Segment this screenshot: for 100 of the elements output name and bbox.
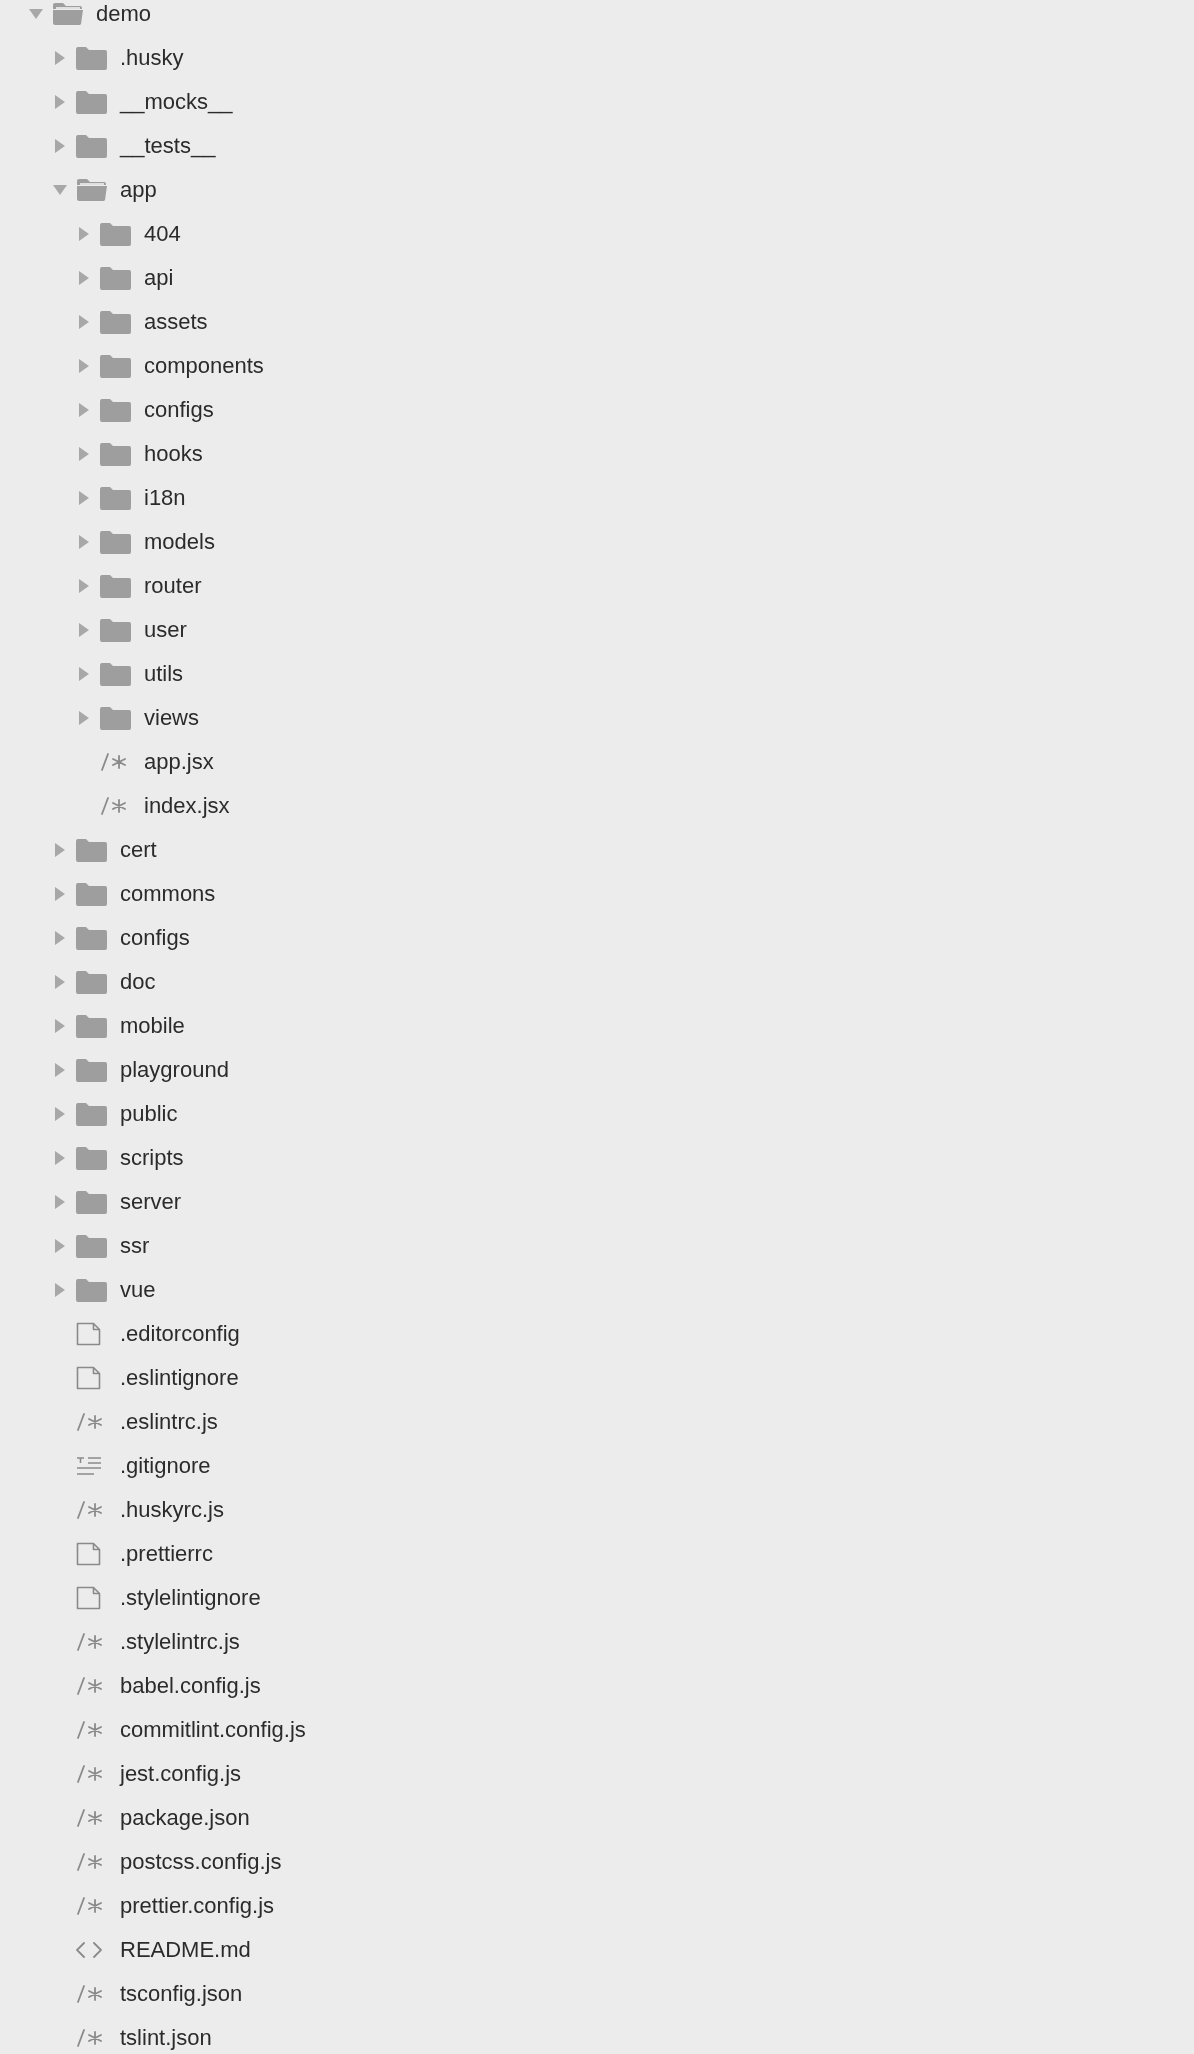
folder-name[interactable]: user [144, 617, 187, 643]
folder-name[interactable]: configs [144, 397, 214, 423]
folder-name[interactable]: configs [120, 925, 190, 951]
folder-icon [76, 46, 107, 70]
expand-arrow-icon[interactable] [55, 1195, 65, 1209]
folder-name[interactable]: utils [144, 661, 184, 687]
folder-icon [100, 574, 131, 598]
expand-arrow-icon[interactable] [55, 843, 65, 857]
expand-arrow-icon[interactable] [55, 1019, 65, 1033]
expand-arrow-icon[interactable] [79, 403, 89, 417]
folder-name[interactable]: __tests__ [120, 133, 216, 159]
expand-arrow-icon[interactable] [79, 491, 89, 505]
expand-arrow-icon[interactable] [79, 711, 89, 725]
code-file-icon [76, 1985, 102, 2003]
file-name[interactable]: babel.config.js [120, 1673, 261, 1699]
folder-name[interactable]: views [144, 705, 199, 731]
file-name[interactable]: .prettierrc [120, 1541, 213, 1567]
expand-arrow-icon[interactable] [55, 887, 65, 901]
expand-arrow-icon[interactable] [79, 315, 89, 329]
folder-icon [76, 1146, 107, 1170]
folder-name[interactable]: __mocks__ [120, 89, 233, 115]
folder-name[interactable]: models [144, 529, 215, 555]
expand-arrow-icon[interactable] [79, 667, 89, 681]
file-name[interactable]: index.jsx [144, 793, 230, 819]
folder-icon [100, 354, 131, 378]
expand-arrow-icon[interactable] [55, 51, 65, 65]
expand-arrow-icon[interactable] [79, 359, 89, 373]
expand-arrow-icon[interactable] [55, 1063, 65, 1077]
markup-icon [76, 1941, 102, 1959]
folder-icon [100, 266, 131, 290]
folder-name[interactable]: .husky [120, 45, 184, 71]
file-name[interactable]: .huskyrc.js [120, 1497, 224, 1523]
folder-name[interactable]: router [144, 573, 202, 599]
expand-arrow-icon[interactable] [79, 623, 89, 637]
folder-icon [76, 90, 107, 114]
file-name[interactable]: prettier.config.js [120, 1893, 275, 1919]
code-file-icon [76, 1633, 102, 1651]
file-name[interactable]: app.jsx [144, 749, 214, 775]
folder-icon [100, 310, 131, 334]
file-name[interactable]: .eslintignore [120, 1365, 239, 1391]
file-name[interactable]: tslint.json [120, 2025, 212, 2051]
expand-arrow-icon[interactable] [79, 227, 89, 241]
expand-arrow-icon[interactable] [55, 139, 65, 153]
folder-name[interactable]: assets [144, 309, 208, 335]
file-name[interactable]: package.json [120, 1805, 250, 1831]
code-file-icon [76, 1501, 102, 1519]
expand-arrow-icon[interactable] [79, 447, 89, 461]
code-file-icon [76, 1853, 102, 1871]
expand-arrow-icon[interactable] [79, 535, 89, 549]
open-folder-icon [76, 178, 108, 202]
folder-icon [76, 1190, 107, 1214]
code-file-icon [76, 2029, 102, 2047]
expand-arrow-icon[interactable] [55, 1151, 65, 1165]
file-name[interactable]: .eslintrc.js [120, 1409, 218, 1435]
expand-arrow-icon[interactable] [55, 1239, 65, 1253]
folder-name[interactable]: demo [96, 1, 152, 27]
folder-name[interactable]: i18n [144, 485, 186, 511]
file-name[interactable]: .stylelintignore [120, 1585, 261, 1611]
file-name[interactable]: README.md [120, 1937, 251, 1963]
file-name[interactable]: tsconfig.json [120, 1981, 243, 2007]
folder-icon [76, 926, 107, 950]
folder-name[interactable]: doc [120, 969, 156, 995]
code-file-icon [100, 797, 126, 815]
expand-arrow-icon[interactable] [55, 1283, 65, 1297]
file-name[interactable]: .editorconfig [120, 1321, 240, 1347]
file-name[interactable]: .gitignore [120, 1453, 211, 1479]
folder-name[interactable]: 404 [144, 221, 181, 247]
folder-name[interactable]: ssr [120, 1233, 150, 1259]
folder-icon [100, 530, 131, 554]
expand-arrow-icon[interactable] [55, 95, 65, 109]
expand-arrow-icon[interactable] [79, 271, 89, 285]
folder-name[interactable]: api [144, 265, 174, 291]
folder-icon [76, 1058, 107, 1082]
folder-icon [100, 222, 131, 246]
folder-name[interactable]: cert [120, 837, 157, 863]
folder-icon [100, 442, 131, 466]
folder-icon [76, 970, 107, 994]
file-name[interactable]: commitlint.config.js [120, 1717, 306, 1743]
code-file-icon [76, 1677, 102, 1695]
expand-arrow-icon[interactable] [55, 975, 65, 989]
collapse-arrow-icon[interactable] [53, 185, 67, 195]
folder-name[interactable]: mobile [120, 1013, 185, 1039]
folder-name[interactable]: hooks [144, 441, 203, 467]
expand-arrow-icon[interactable] [55, 1107, 65, 1121]
folder-name[interactable]: scripts [120, 1145, 184, 1171]
expand-arrow-icon[interactable] [55, 931, 65, 945]
file-name[interactable]: .stylelintrc.js [120, 1629, 240, 1655]
expand-arrow-icon[interactable] [79, 579, 89, 593]
code-file-icon [76, 1809, 102, 1827]
folder-name[interactable]: playground [120, 1057, 229, 1083]
folder-name[interactable]: app [120, 177, 157, 203]
folder-name[interactable]: commons [120, 881, 216, 907]
folder-name[interactable]: components [144, 353, 264, 379]
folder-name[interactable]: server [120, 1189, 182, 1215]
file-name[interactable]: postcss.config.js [120, 1849, 282, 1875]
file-name[interactable]: jest.config.js [120, 1761, 242, 1787]
collapse-arrow-icon[interactable] [29, 9, 43, 19]
folder-icon [76, 838, 107, 862]
folder-name[interactable]: public [120, 1101, 178, 1127]
folder-name[interactable]: vue [120, 1277, 156, 1303]
